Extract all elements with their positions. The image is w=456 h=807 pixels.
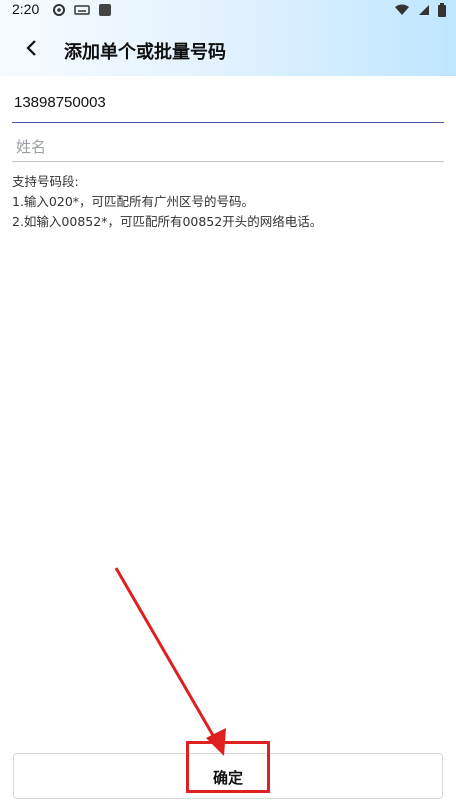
annotation-arrow	[114, 567, 226, 756]
